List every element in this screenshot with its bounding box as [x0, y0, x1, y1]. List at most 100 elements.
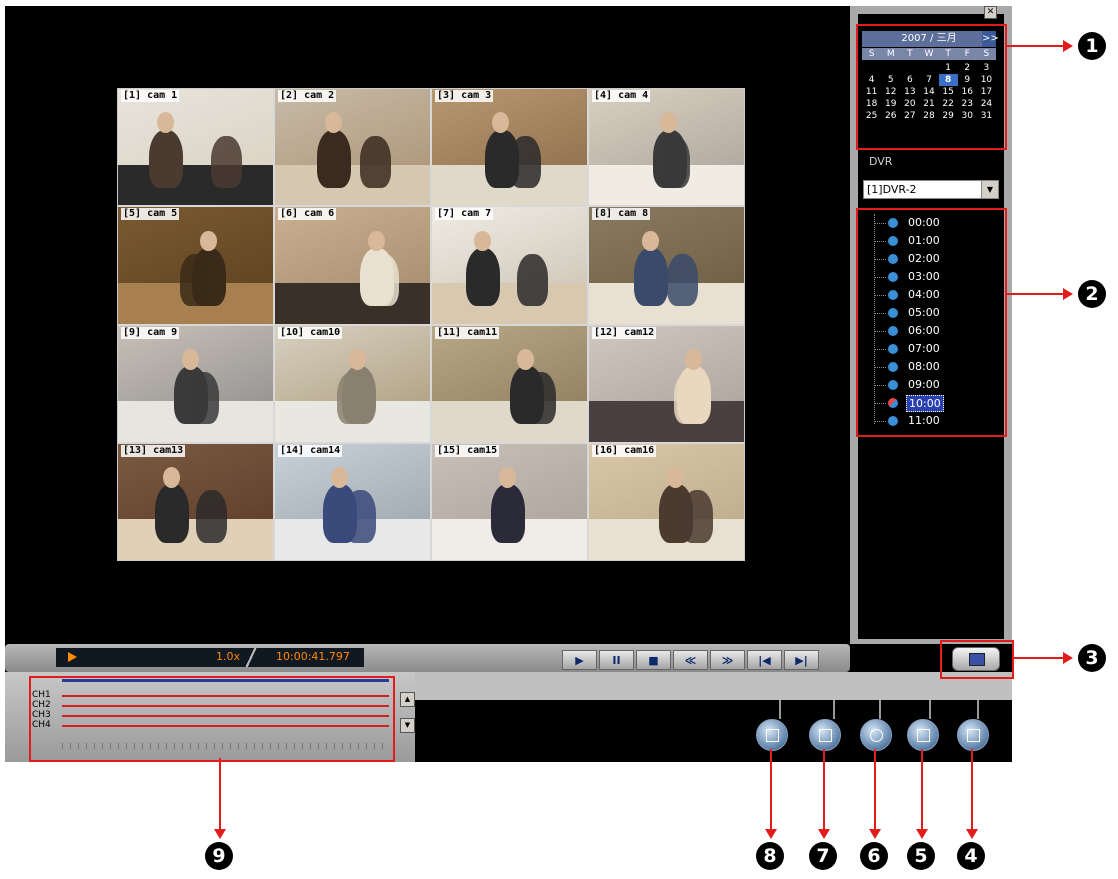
camera-label: [1] cam 1	[121, 90, 180, 102]
camera-label: [6] cam 6	[278, 208, 337, 221]
play-status-icon	[68, 652, 77, 662]
playback-speed: 1.0x	[216, 650, 241, 663]
rewind-button[interactable]: ≪	[673, 650, 708, 670]
tile-figure	[509, 135, 541, 188]
zoom-button[interactable]	[907, 719, 939, 751]
callout-arrow-3	[1063, 652, 1073, 664]
camera-tile[interactable]: [16] cam16	[589, 443, 744, 560]
callout-number-5: 5	[907, 842, 935, 870]
tile-scene	[275, 282, 430, 324]
camera-tile[interactable]: [12] cam12	[589, 325, 744, 442]
stop-button[interactable]: ■	[636, 650, 671, 670]
camera-tile[interactable]: [14] cam14	[275, 443, 430, 560]
camera-tile[interactable]: [10] cam10	[275, 325, 430, 442]
scroll-up-button[interactable]: ▲	[400, 692, 415, 707]
camera-tile[interactable]: [2] cam 2	[275, 89, 430, 206]
camera-label: [10] cam10	[278, 326, 343, 339]
tile-figure	[211, 135, 242, 188]
callout-arrow-8	[765, 829, 777, 839]
pause-button[interactable]: II	[599, 650, 634, 670]
camera-tile[interactable]: [8] cam 8	[589, 207, 744, 324]
tile-figure	[494, 490, 525, 543]
tile-scene	[589, 401, 744, 442]
close-icon[interactable]: ✕	[984, 6, 997, 19]
camera-tile[interactable]: [13] cam13	[118, 443, 273, 560]
tile-figure	[149, 129, 184, 188]
callout-line-2	[1005, 293, 1065, 295]
camera-tile[interactable]: [4] cam 4	[589, 89, 744, 206]
save-icon	[819, 729, 832, 742]
tile-figure	[155, 484, 190, 543]
camera-tile[interactable]: [9] cam 9	[118, 325, 273, 442]
stub	[977, 700, 979, 719]
camera-tile[interactable]: [15] cam15	[432, 443, 587, 560]
callout-arrow-1	[1063, 40, 1073, 52]
callout-line-3	[1012, 657, 1065, 659]
tile-figure-head	[324, 112, 342, 134]
search-icon	[967, 729, 980, 742]
callout-box-1	[856, 24, 1007, 150]
camera-grid: [1] cam 1 [2] cam 2 [3] cam 3 [4] cam 4 [5] …	[117, 88, 745, 561]
callout-arrow-9	[214, 829, 226, 839]
tile-figure-head	[498, 467, 516, 488]
callout-line-1	[1005, 45, 1065, 47]
tile-figure	[666, 253, 698, 307]
snapshot-button[interactable]	[860, 719, 892, 751]
fast-forward-button[interactable]: ≫	[710, 650, 745, 670]
callout-arrow-2	[1063, 288, 1073, 300]
camera-tile[interactable]: [11] cam11	[432, 325, 587, 442]
tile-figure	[187, 372, 219, 425]
grid-icon	[766, 729, 779, 742]
layout-button[interactable]	[756, 719, 788, 751]
tile-scene	[118, 164, 273, 206]
callout-number-2: 2	[1078, 280, 1106, 308]
tile-figure	[525, 372, 556, 425]
camera-tile[interactable]: [1] cam 1	[118, 89, 273, 206]
callout-number-1: 1	[1078, 32, 1106, 60]
tile-figure	[180, 253, 211, 307]
callout-box-2	[856, 208, 1007, 437]
tile-figure-head	[162, 467, 180, 488]
dvr-select-value: [1]DVR-2	[867, 183, 917, 196]
camera-label: [4] cam 4	[592, 90, 651, 102]
callout-line-9	[219, 758, 221, 830]
camera-label: [16] cam16	[592, 444, 657, 457]
toolbar-strip	[415, 672, 1012, 700]
camera-label: [15] cam15	[435, 444, 500, 457]
tile-figure	[658, 135, 690, 188]
playback-buttons: ▶ II ■ ≪ ≫ |◀ ▶|	[562, 650, 819, 670]
dvr-select[interactable]: [1]DVR-2 ▼	[863, 180, 999, 199]
previous-frame-button[interactable]: |◀	[747, 650, 782, 670]
tile-figure	[633, 247, 669, 307]
camera-tile[interactable]: [6] cam 6	[275, 207, 430, 324]
tile-figure-head	[685, 348, 703, 370]
tile-figure	[195, 490, 227, 543]
chevron-down-icon[interactable]: ▼	[981, 181, 998, 198]
tile-figure	[682, 490, 713, 543]
tile-figure-head	[641, 230, 659, 252]
camera-label: [11] cam11	[435, 326, 500, 339]
camera-tile[interactable]: [5] cam 5	[118, 207, 273, 324]
next-frame-button[interactable]: ▶|	[784, 650, 819, 670]
stub	[929, 700, 931, 719]
zoom-icon	[917, 729, 930, 742]
callout-line-5	[921, 749, 923, 831]
callout-arrow-5	[916, 829, 928, 839]
callout-line-7	[823, 749, 825, 831]
camera-label: [9] cam 9	[121, 326, 180, 339]
search-button[interactable]	[957, 719, 989, 751]
camera-tile[interactable]: [3] cam 3	[432, 89, 587, 206]
callout-arrow-7	[818, 829, 830, 839]
callout-number-6: 6	[860, 842, 888, 870]
save-button[interactable]	[809, 719, 841, 751]
camera-label: [7] cam 7	[435, 208, 494, 221]
tile-figure-head	[330, 467, 348, 488]
camera-tile[interactable]: [7] cam 7	[432, 207, 587, 324]
tile-figure-head	[156, 112, 174, 134]
scroll-down-button[interactable]: ▼	[400, 718, 415, 733]
video-area: [1] cam 1 [2] cam 2 [3] cam 3 [4] cam 4 [5] …	[5, 6, 850, 644]
tile-figure-head	[666, 467, 684, 488]
playback-status: 1.0x 10:00:41.797	[56, 648, 364, 667]
camera-label: [8] cam 8	[592, 208, 651, 221]
play-button[interactable]: ▶	[562, 650, 597, 670]
